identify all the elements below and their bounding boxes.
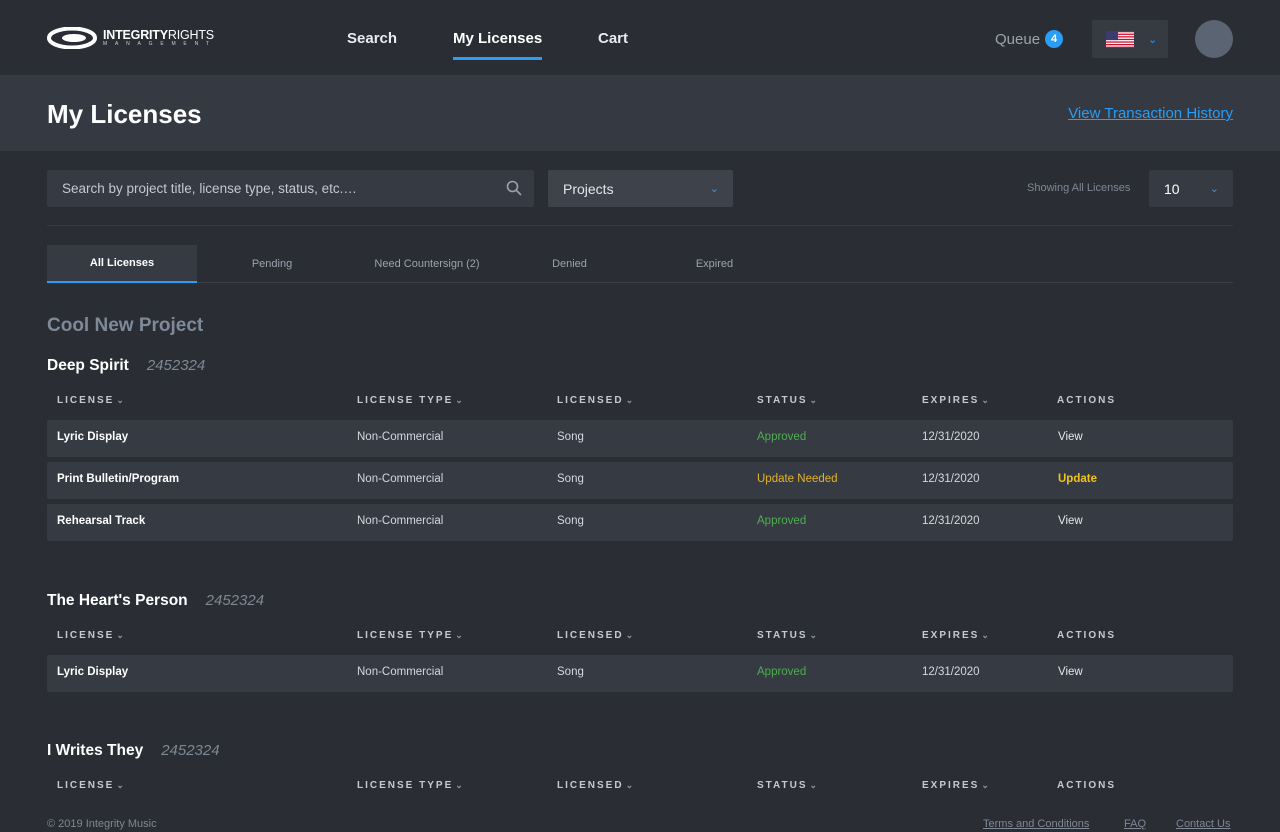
chevron-down-icon: ⌄ <box>1148 33 1158 46</box>
projects-dropdown[interactable]: Projects ⌄ <box>548 170 733 207</box>
logo-ring-icon <box>47 27 97 49</box>
expires-date: 12/31/2020 <box>922 666 980 678</box>
logo-wordmark-light: RIGHTS <box>167 27 214 42</box>
song-name: I Writes They <box>47 742 144 759</box>
column-header-licensed[interactable]: LICENSED ⌄ <box>557 395 633 406</box>
tab-all-licenses[interactable]: All Licenses <box>47 245 197 283</box>
song-id: 2452324 <box>161 742 220 759</box>
active-nav-indicator <box>453 57 542 60</box>
view-transaction-history-link[interactable]: View Transaction History <box>1068 105 1233 122</box>
divider <box>47 225 1233 226</box>
us-flag-icon <box>1106 30 1134 48</box>
column-header-status[interactable]: STATUS ⌄ <box>757 630 817 641</box>
queue-count-badge: 4 <box>1045 30 1064 48</box>
song-title: The Heart's Person 2452324 <box>47 592 264 610</box>
column-header-license-type[interactable]: LICENSE TYPE ⌄ <box>357 780 463 791</box>
song-name: The Heart's Person <box>47 592 188 609</box>
column-header-license-type[interactable]: LICENSE TYPE ⌄ <box>357 395 463 406</box>
licensed-item: Song <box>557 473 584 485</box>
tab-pending[interactable]: Pending <box>197 245 347 283</box>
logo-subtitle: MANAGEMENT <box>103 41 217 48</box>
licensed-item: Song <box>557 666 584 678</box>
table-row: Rehearsal Track Non-Commercial Song Appr… <box>47 504 1233 541</box>
song-id: 2452324 <box>146 357 206 374</box>
nav-cart[interactable]: Cart <box>598 30 628 47</box>
queue-link[interactable]: Queue 4 <box>995 30 1064 48</box>
license-name: Lyric Display <box>57 431 129 443</box>
status-badge: Update Needed <box>757 473 838 485</box>
column-header-actions: ACTIONS <box>1057 630 1116 641</box>
licensed-item: Song <box>557 515 584 527</box>
queue-label: Queue <box>995 30 1041 48</box>
integrity-rights-logo[interactable]: INTEGRITYRIGHTS MANAGEMENT <box>47 26 217 50</box>
column-header-status[interactable]: STATUS ⌄ <box>757 780 817 791</box>
song-id: 2452324 <box>205 592 265 609</box>
search-input[interactable] <box>62 181 492 196</box>
table-row: Lyric Display Non-Commercial Song Approv… <box>47 655 1233 692</box>
song-title: Deep Spirit 2452324 <box>47 357 205 375</box>
license-type: Non-Commercial <box>357 515 444 527</box>
per-page-value: 10 <box>1164 180 1180 197</box>
nav-search[interactable]: Search <box>347 30 397 47</box>
column-header-license[interactable]: LICENSE ⌄ <box>57 780 124 791</box>
license-name: Print Bulletin/Program <box>57 473 180 485</box>
expires-date: 12/31/2020 <box>922 473 980 485</box>
projects-dropdown-value: Projects <box>563 180 614 197</box>
license-tabs: All Licenses Pending Need Countersign (2… <box>47 245 1233 283</box>
footer-faq-link[interactable]: FAQ <box>1124 818 1146 830</box>
tab-expired[interactable]: Expired <box>642 245 787 283</box>
column-header-expires[interactable]: EXPIRES ⌄ <box>922 780 989 791</box>
search-icon[interactable] <box>506 180 522 196</box>
column-header-license-type[interactable]: LICENSE TYPE ⌄ <box>357 630 463 641</box>
column-header-actions: ACTIONS <box>1057 395 1116 406</box>
column-header-actions: ACTIONS <box>1057 780 1116 791</box>
column-header-license[interactable]: LICENSE ⌄ <box>57 630 124 641</box>
license-type: Non-Commercial <box>357 431 444 443</box>
project-name: Cool New Project <box>47 315 204 336</box>
status-badge: Approved <box>757 431 807 443</box>
column-header-expires[interactable]: EXPIRES ⌄ <box>922 395 989 406</box>
table-row: Print Bulletin/Program Non-Commercial So… <box>47 462 1233 499</box>
footer-copyright: © 2019 Integrity Music <box>47 818 157 830</box>
view-action[interactable]: View <box>1058 515 1083 527</box>
tab-need-countersign[interactable]: Need Countersign (2) <box>347 245 507 283</box>
locale-selector[interactable]: ⌄ <box>1092 20 1168 58</box>
per-page-dropdown[interactable]: 10 ⌄ <box>1149 170 1233 207</box>
song-name: Deep Spirit <box>47 357 129 374</box>
expires-date: 12/31/2020 <box>922 431 980 443</box>
column-header-expires[interactable]: EXPIRES ⌄ <box>922 630 989 641</box>
showing-label: Showing All Licenses <box>1027 182 1131 194</box>
status-badge: Approved <box>757 666 807 678</box>
column-header-licensed[interactable]: LICENSED ⌄ <box>557 780 633 791</box>
search-field <box>47 170 534 207</box>
view-action[interactable]: View <box>1058 666 1083 678</box>
update-action[interactable]: Update <box>1058 473 1097 485</box>
license-name: Rehearsal Track <box>57 515 146 527</box>
licensed-item: Song <box>557 431 584 443</box>
avatar[interactable] <box>1195 20 1233 58</box>
status-badge: Approved <box>757 515 807 527</box>
view-action[interactable]: View <box>1058 431 1083 443</box>
license-type: Non-Commercial <box>357 666 444 678</box>
column-header-licensed[interactable]: LICENSED ⌄ <box>557 630 633 641</box>
license-type: Non-Commercial <box>357 473 444 485</box>
expires-date: 12/31/2020 <box>922 515 980 527</box>
nav-my-licenses[interactable]: My Licenses <box>453 30 542 47</box>
footer-contact-link[interactable]: Contact Us <box>1176 818 1230 830</box>
song-title: I Writes They 2452324 <box>47 742 220 760</box>
tab-denied[interactable]: Denied <box>507 245 632 283</box>
page-title: My Licenses <box>47 99 202 129</box>
footer-terms-link[interactable]: Terms and Conditions <box>983 818 1089 830</box>
chevron-down-icon: ⌄ <box>1209 183 1219 195</box>
chevron-down-icon: ⌄ <box>709 183 719 195</box>
column-header-status[interactable]: STATUS ⌄ <box>757 395 817 406</box>
top-nav: INTEGRITYRIGHTS MANAGEMENT Search My Lic… <box>0 0 1280 75</box>
table-row: Lyric Display Non-Commercial Song Approv… <box>47 420 1233 457</box>
column-header-license[interactable]: LICENSE ⌄ <box>57 395 124 406</box>
logo-wordmark: INTEGRITY <box>103 27 168 42</box>
license-name: Lyric Display <box>57 666 129 678</box>
